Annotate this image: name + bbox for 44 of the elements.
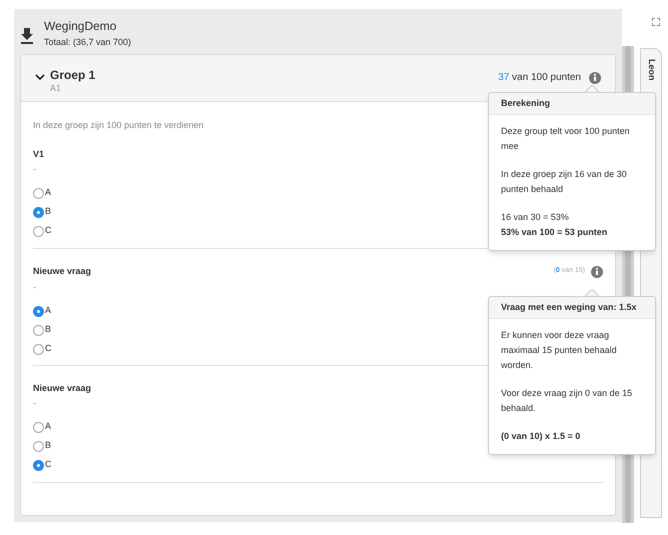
tooltip-title: Vraag met een weging van: 1.5x [501,300,637,314]
tooltip-text: In deze groep zijn 16 van de 30 punten behaald [501,168,628,196]
download-icon[interactable] [20,28,34,44]
chevron-down-icon[interactable] [35,74,45,81]
radio-button[interactable] [33,226,44,236]
question-title: V1 [33,148,44,160]
option-label: A [45,304,52,318]
group-title: Groep 1 [50,68,96,83]
option-label: C [45,224,52,238]
radio-button[interactable] [33,206,44,218]
option-label: B [45,205,52,218]
total-score: Totaal: (36,7 van 700) [44,36,132,49]
info-icon[interactable] [589,72,601,84]
question-description: - [33,164,36,174]
group-intro: In deze groep zijn 100 punten te verdienen [33,119,204,132]
tooltip-text: Voor deze vraag zijn 0 van de 15 behaald. [501,387,634,415]
tooltip-text: Deze group telt voor 100 punten mee [501,125,631,153]
radio-button[interactable] [33,324,44,336]
tooltip-title: Berekening [501,96,550,110]
option-label: C [45,458,52,472]
tooltip-text: (0 van 10) x 1.5 = 0 [501,430,582,443]
tooltip-text: 53% van 100 = 53 punten [501,226,608,239]
tooltip-text: 16 van 30 = 53% [501,211,570,224]
radio-button[interactable] [33,344,44,354]
question-title: Nieuwe vraag [33,382,92,394]
option-label: A [45,186,52,200]
question-title: Nieuwe vraag [33,266,92,277]
option-label: B [45,323,52,336]
radio-button[interactable] [33,306,44,316]
radio-button[interactable] [33,440,44,452]
question-description: - [33,398,36,408]
fullscreen-icon[interactable] [652,18,660,26]
option-label: A [45,420,52,434]
radio-button[interactable] [33,422,44,432]
app-title: WegingDemo [44,19,118,34]
question-description: - [33,282,36,292]
option-label: B [45,439,52,452]
info-icon[interactable] [591,266,603,278]
option-label: C [45,342,52,356]
radio-button[interactable] [33,460,44,470]
group-code: A1 [50,83,62,93]
group-score: 37 van 100 punten [498,71,581,85]
radio-button[interactable] [33,188,44,198]
tooltip-text: Er kunnen voor deze vraag maximaal 15 punten behaald worden. [501,329,618,372]
